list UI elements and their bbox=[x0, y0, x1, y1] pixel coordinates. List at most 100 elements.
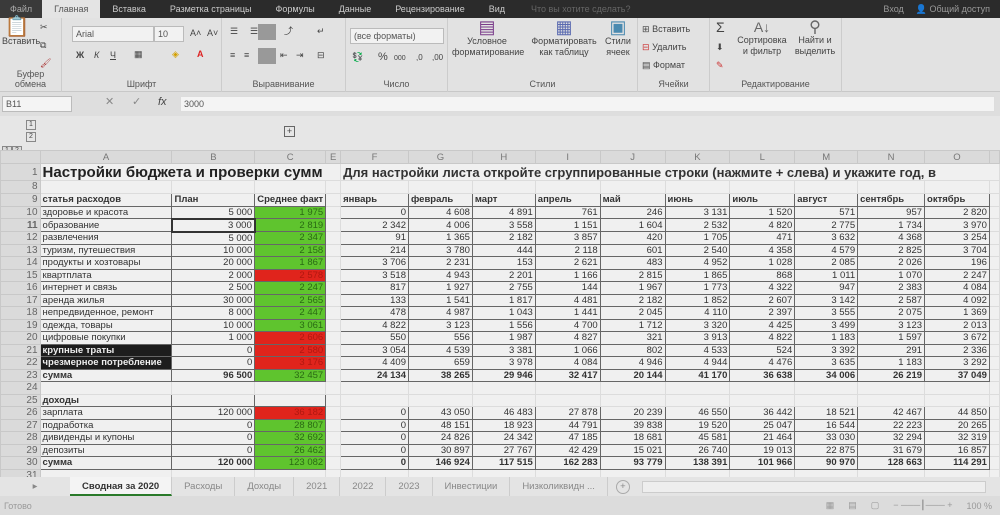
column-header-E[interactable]: E bbox=[325, 150, 342, 164]
enter-icon[interactable]: ✓ bbox=[132, 97, 141, 108]
column-header-K[interactable]: K bbox=[664, 150, 731, 164]
sign-in-link[interactable]: Вход bbox=[883, 4, 903, 15]
month-value[interactable]: 162 283 bbox=[534, 456, 601, 470]
tab-view[interactable]: Вид bbox=[477, 0, 517, 18]
cell[interactable] bbox=[325, 306, 342, 320]
month-value[interactable]: 4 944 bbox=[664, 356, 731, 370]
bold-button[interactable]: Ж bbox=[76, 50, 84, 61]
cell[interactable] bbox=[534, 381, 601, 395]
month-value[interactable]: 21 464 bbox=[729, 431, 796, 445]
align-bottom-icon[interactable] bbox=[258, 24, 276, 40]
month-value[interactable]: 2 182 bbox=[471, 231, 536, 245]
decrease-decimal-icon[interactable]: ,00 bbox=[432, 52, 443, 63]
cell[interactable] bbox=[988, 443, 1000, 457]
row-header[interactable]: 11 bbox=[0, 218, 41, 232]
month-header[interactable]: июль bbox=[729, 192, 796, 207]
fact-value-ok[interactable]: 1 867 bbox=[254, 256, 327, 270]
plan-value[interactable]: 0 bbox=[171, 356, 256, 370]
sheet-tab[interactable]: Расходы bbox=[172, 477, 236, 496]
fact-value-ok[interactable]: 28 807 bbox=[254, 418, 327, 432]
category-label[interactable]: аренда жилья bbox=[39, 293, 173, 307]
cell[interactable] bbox=[254, 393, 327, 407]
month-value[interactable]: 3 518 bbox=[340, 268, 409, 282]
month-value[interactable]: 4 533 bbox=[664, 343, 731, 357]
month-value[interactable]: 2 397 bbox=[729, 306, 796, 320]
cell[interactable] bbox=[988, 268, 1000, 282]
month-value[interactable]: 117 515 bbox=[471, 456, 536, 470]
month-value[interactable]: 22 223 bbox=[857, 418, 926, 432]
cut-icon[interactable]: ✂ bbox=[40, 22, 48, 33]
plan-value[interactable]: 20 000 bbox=[171, 256, 256, 270]
align-middle-icon[interactable]: ☰ bbox=[250, 26, 258, 37]
month-value[interactable]: 3 123 bbox=[857, 318, 926, 332]
cell[interactable] bbox=[340, 381, 409, 395]
column-header-N[interactable]: N bbox=[857, 150, 926, 164]
currency-icon[interactable]: 💱 bbox=[352, 52, 363, 63]
cell[interactable] bbox=[325, 231, 342, 245]
cell[interactable] bbox=[857, 393, 926, 407]
sheet-tab[interactable]: Инвестиции bbox=[433, 477, 511, 496]
scroll-tabs-icon[interactable]: ▸ bbox=[0, 481, 70, 492]
decrease-indent-icon[interactable]: ⇤ bbox=[280, 50, 288, 61]
cell[interactable] bbox=[325, 205, 342, 219]
fact-value-over-budget[interactable]: 36 182 bbox=[254, 406, 327, 420]
row-header[interactable]: 26 bbox=[0, 406, 41, 420]
category-label[interactable]: сумма bbox=[39, 368, 173, 382]
cell[interactable] bbox=[325, 393, 342, 407]
month-value[interactable]: 34 006 bbox=[794, 368, 859, 382]
page-layout-view-icon[interactable]: ▤ bbox=[848, 500, 857, 511]
month-value[interactable]: 2 247 bbox=[924, 268, 990, 282]
month-value[interactable]: 3 054 bbox=[340, 343, 409, 357]
tab-data[interactable]: Данные bbox=[327, 0, 384, 18]
cell[interactable] bbox=[924, 381, 990, 395]
month-value[interactable]: 2 336 bbox=[924, 343, 990, 357]
plan-value[interactable]: 120 000 bbox=[171, 406, 256, 420]
clear-icon[interactable]: ✎ bbox=[716, 60, 724, 71]
autosum-icon[interactable]: Σ bbox=[716, 20, 725, 34]
row-header[interactable]: 17 bbox=[0, 293, 41, 307]
month-value[interactable]: 1 865 bbox=[664, 268, 731, 282]
select-all-corner[interactable] bbox=[0, 150, 41, 164]
italic-button[interactable]: К bbox=[94, 50, 99, 61]
font-color-icon[interactable]: A bbox=[197, 49, 204, 60]
cell[interactable] bbox=[325, 418, 342, 432]
cell[interactable] bbox=[729, 180, 796, 194]
month-value[interactable]: 761 bbox=[534, 205, 601, 219]
month-value[interactable]: 957 bbox=[857, 205, 926, 219]
cell[interactable] bbox=[325, 192, 342, 207]
function-icon[interactable]: fx bbox=[158, 97, 167, 108]
row-header[interactable]: 9 bbox=[0, 192, 41, 207]
month-value[interactable]: 93 779 bbox=[599, 456, 666, 470]
insert-cells-button[interactable]: ⊞ Вставить bbox=[642, 24, 690, 35]
month-value[interactable]: 196 bbox=[924, 256, 990, 270]
month-value[interactable]: 1 773 bbox=[664, 281, 731, 295]
month-value[interactable]: 2 540 bbox=[664, 243, 731, 257]
grow-font-icon[interactable]: A˄ bbox=[190, 28, 201, 39]
cell[interactable] bbox=[39, 180, 173, 194]
plan-value[interactable]: 10 000 bbox=[171, 243, 256, 257]
month-value[interactable]: 659 bbox=[408, 356, 473, 370]
month-value[interactable]: 4 822 bbox=[340, 318, 409, 332]
month-value[interactable]: 1 705 bbox=[664, 231, 731, 245]
cell[interactable] bbox=[988, 281, 1000, 295]
column-header-L[interactable]: L bbox=[729, 150, 796, 164]
cell[interactable] bbox=[325, 281, 342, 295]
outline-column-level-1[interactable]: 1 bbox=[26, 120, 36, 130]
fact-value-ok[interactable]: 2 158 bbox=[254, 243, 327, 257]
month-value[interactable]: 524 bbox=[729, 343, 796, 357]
month-value[interactable]: 1 369 bbox=[924, 306, 990, 320]
cell[interactable] bbox=[988, 180, 1000, 194]
month-value[interactable]: 1 597 bbox=[857, 331, 926, 345]
tab-review[interactable]: Рецензирование bbox=[383, 0, 477, 18]
cell[interactable] bbox=[988, 331, 1000, 345]
category-label[interactable]: квартплата bbox=[39, 268, 173, 282]
category-label[interactable]: здоровье и красота bbox=[39, 205, 173, 219]
row-header[interactable]: 29 bbox=[0, 443, 41, 457]
month-value[interactable]: 3 632 bbox=[794, 231, 859, 245]
fact-value-ok[interactable]: 32 692 bbox=[254, 431, 327, 445]
category-label[interactable]: депозиты bbox=[39, 443, 173, 457]
cell[interactable] bbox=[39, 381, 173, 395]
cell[interactable] bbox=[254, 180, 327, 194]
plan-value[interactable]: 30 000 bbox=[171, 293, 256, 307]
cell[interactable] bbox=[988, 293, 1000, 307]
